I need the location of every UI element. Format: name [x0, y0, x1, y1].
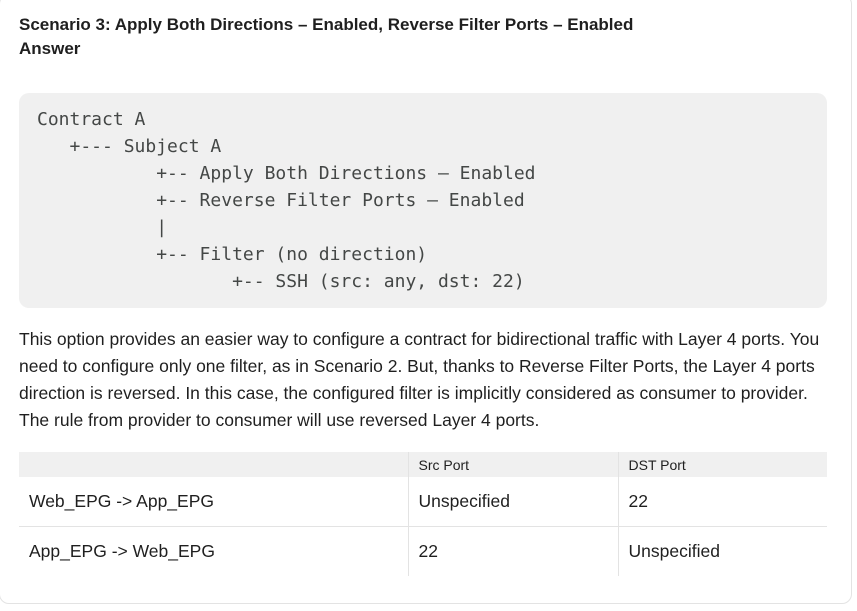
code-line: +-- Apply Both Directions — Enabled	[37, 163, 536, 184]
table-cell-dst-port: 22	[617, 477, 827, 527]
table-row: Web_EPG -> App_EPG Unspecified 22	[19, 477, 827, 527]
table-header-cell	[19, 452, 408, 477]
table-cell-dst-port: Unspecified	[617, 526, 827, 576]
table-cell-direction: App_EPG -> Web_EPG	[29, 541, 215, 561]
table-header-src-port: Src Port	[407, 452, 618, 477]
code-line: |	[37, 217, 168, 238]
table-header-dst-port: DST Port	[617, 452, 827, 477]
table-cell-src-port: 22	[407, 526, 618, 576]
scenario-title: Scenario 3: Apply Both Directions – Enab…	[19, 15, 634, 34]
code-line: Contract A	[37, 109, 146, 130]
ports-table: Src Port DST Port Web_EPG -> App_EPG Uns…	[19, 452, 827, 576]
scenario-heading: Scenario 3: Apply Both Directions – Enab…	[19, 13, 633, 61]
code-line: +-- SSH (src: any, dst: 22)	[37, 271, 525, 292]
code-line: +-- Filter (no direction)	[37, 244, 428, 265]
table-cell-src-port: Unspecified	[407, 477, 618, 527]
code-block: Contract A +--- Subject A +-- Apply Both…	[19, 93, 827, 308]
contract-diagram: Contract A +--- Subject A +-- Apply Both…	[37, 106, 827, 295]
table-cell-direction: Web_EPG -> App_EPG	[19, 477, 408, 527]
table-header-row: Src Port DST Port	[19, 452, 827, 477]
table-row: App_EPG -> Web_EPG 22 Unspecified	[19, 526, 827, 576]
explanation-paragraph: This option provides an easier way to co…	[19, 329, 820, 430]
answer-label: Answer	[19, 39, 81, 58]
code-line: +-- Reverse Filter Ports — Enabled	[37, 190, 525, 211]
code-line: +--- Subject A	[37, 136, 222, 157]
